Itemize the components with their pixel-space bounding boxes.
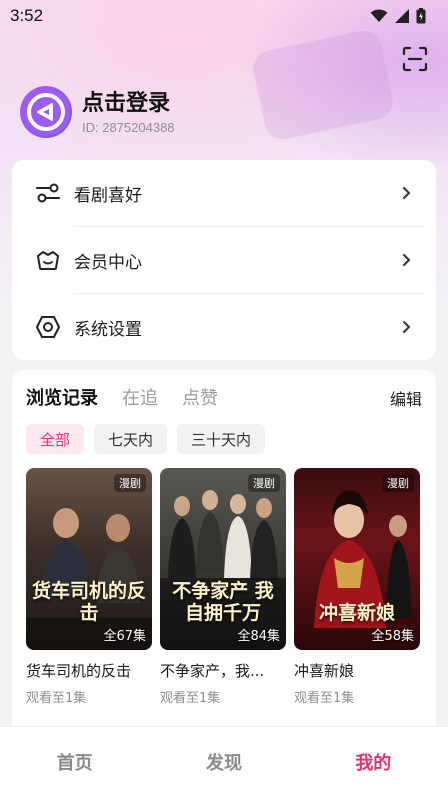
filter-all[interactable]: 全部 [26, 424, 85, 454]
menu-item-label: 系统设置 [74, 319, 142, 340]
poster-title-art: 不争家产 我自拥千万 [172, 580, 274, 624]
drama-card[interactable]: 不争家产 我自拥千万 漫剧 全84集 不争家产，我... 观看至1集 [160, 468, 286, 706]
scan-icon [402, 46, 428, 72]
chevron-right-icon [403, 321, 410, 333]
filter-30-days[interactable]: 三十天内 [177, 424, 266, 454]
poster-title-art: 冲喜新娘 [318, 602, 395, 624]
poster-tag: 漫剧 [248, 474, 280, 492]
time-filters: 全部 七天内 三十天内 [26, 424, 266, 454]
status-icons [370, 8, 426, 24]
nav-discover[interactable]: 发现 [174, 749, 274, 775]
vip-crown-icon [34, 246, 62, 274]
login-link[interactable]: 点击登录 [82, 90, 175, 118]
signal-icon [395, 9, 409, 23]
drama-progress: 观看至1集 [294, 691, 355, 706]
poster-episodes: 全67集 [103, 629, 146, 644]
poster-tag: 漫剧 [114, 474, 146, 492]
profile-section[interactable]: 点击登录 ID: 2875204388 [20, 86, 175, 138]
tab-likes[interactable]: 点赞 [182, 384, 218, 410]
tab-following[interactable]: 在追 [122, 384, 158, 410]
filter-7-days[interactable]: 七天内 [94, 424, 168, 454]
edit-button[interactable]: 编辑 [390, 386, 422, 410]
wifi-icon [370, 9, 388, 22]
poster-title-art: 货车司机的反击 [32, 580, 147, 624]
tab-browse-history[interactable]: 浏览记录 [26, 384, 98, 410]
avatar[interactable] [20, 86, 72, 138]
history-card: 浏览记录 在追 点赞 编辑 全部 七天内 三十天内 货车司机的反击 漫剧 全67… [12, 370, 436, 730]
drama-card[interactable]: 货车司机的反击 漫剧 全67集 货车司机的反击 观看至1集 [26, 468, 152, 706]
drama-poster[interactable]: 不争家产 我自拥千万 漫剧 全84集 [160, 468, 286, 650]
drama-title[interactable]: 货车司机的反击 [26, 660, 152, 681]
drama-progress: 观看至1集 [26, 691, 87, 706]
drama-poster[interactable]: 货车司机的反击 漫剧 全67集 [26, 468, 152, 650]
menu-card: 看剧喜好 会员中心 系统设置 [12, 160, 436, 360]
drama-list: 货车司机的反击 漫剧 全67集 货车司机的反击 观看至1集 不争家产 我自拥千万… [26, 468, 420, 706]
film-decoration [250, 27, 396, 143]
drama-card[interactable]: 冲喜新娘 漫剧 全58集 冲喜新娘 观看至1集 [294, 468, 420, 706]
chevron-right-icon [403, 254, 410, 266]
menu-item-preferences[interactable]: 看剧喜好 [12, 160, 436, 226]
chevron-right-icon [403, 187, 410, 199]
app-logo-icon [22, 88, 70, 136]
status-bar: 3:52 [0, 0, 448, 32]
settings-gear-icon [34, 313, 62, 341]
battery-icon [416, 8, 426, 24]
menu-item-vip[interactable]: 会员中心 [12, 227, 436, 293]
menu-item-label: 会员中心 [74, 252, 142, 273]
drama-title[interactable]: 冲喜新娘 [294, 660, 420, 681]
history-tabs: 浏览记录 在追 点赞 [26, 384, 218, 410]
nav-home[interactable]: 首页 [25, 749, 125, 775]
poster-episodes: 全84集 [237, 629, 280, 644]
user-id: ID: 2875204388 [82, 119, 175, 135]
menu-item-settings[interactable]: 系统设置 [12, 294, 436, 360]
menu-item-label: 看剧喜好 [74, 185, 142, 206]
scan-button[interactable] [398, 42, 432, 76]
poster-tag: 漫剧 [382, 474, 414, 492]
drama-poster[interactable]: 冲喜新娘 漫剧 全58集 [294, 468, 420, 650]
nav-mine[interactable]: 我的 [323, 749, 423, 775]
drama-progress: 观看至1集 [160, 691, 221, 706]
poster-episodes: 全58集 [371, 629, 414, 644]
drama-title[interactable]: 不争家产，我... [160, 660, 286, 681]
bottom-navigation: 首页 发现 我的 [0, 726, 448, 796]
status-time: 3:52 [10, 6, 44, 25]
preferences-sliders-icon [34, 179, 62, 207]
